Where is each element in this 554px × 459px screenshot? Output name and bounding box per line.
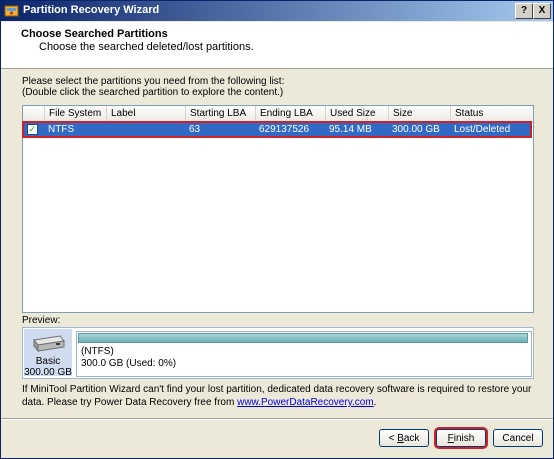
column-header-label[interactable]: Label: [107, 106, 186, 122]
partition-name: (NTFS): [81, 346, 114, 357]
column-header-status[interactable]: Status: [451, 106, 533, 122]
row-checkbox[interactable]: ✓: [27, 124, 38, 135]
disk-type: Basic: [35, 356, 61, 367]
cell-used-size: 95.14 MB: [329, 124, 372, 135]
back-prefix: <: [388, 433, 398, 444]
preview-panel: Basic 300.00 GB (NTFS) 300.0 GB (Used: 0…: [22, 327, 534, 379]
preview-label: Preview:: [22, 315, 61, 326]
partition-list[interactable]: File System Label Starting LBA Ending LB…: [22, 105, 534, 313]
instructions: Please select the partitions you need fr…: [22, 76, 284, 98]
column-header-file-system[interactable]: File System: [45, 106, 107, 122]
wizard-header: Choose Searched Partitions Choose the se…: [1, 22, 553, 69]
recovery-note: If MiniTool Partition Wizard can't find …: [22, 383, 537, 409]
finish-rest: inish: [453, 433, 475, 444]
partition-info: 300.0 GB (Used: 0%): [81, 358, 177, 369]
disk-size: 300.00 GB: [24, 367, 72, 378]
back-rest: ack: [403, 433, 420, 444]
title-bar: Partition Recovery Wizard ? X: [1, 1, 553, 21]
cell-starting-lba: 63: [189, 124, 201, 135]
footer-separator: [1, 418, 553, 420]
cell-file-system: NTFS: [48, 124, 75, 135]
app-icon: [4, 5, 19, 17]
note-text-end: .: [373, 397, 377, 408]
column-header-size[interactable]: Size: [389, 106, 451, 122]
instructions-line-1: Please select the partitions you need fr…: [22, 76, 285, 87]
back-button[interactable]: < Back: [379, 429, 429, 447]
cancel-button[interactable]: Cancel: [493, 429, 543, 447]
header-title: Choose Searched Partitions: [21, 28, 168, 40]
cell-size: 300.00 GB: [392, 124, 440, 135]
finish-button[interactable]: Finish: [434, 427, 488, 449]
list-header: File System Label Starting LBA Ending LB…: [23, 106, 533, 123]
column-header-starting-lba[interactable]: Starting LBA: [186, 106, 256, 122]
help-button[interactable]: ?: [515, 3, 533, 19]
column-header-ending-lba[interactable]: Ending LBA: [256, 106, 326, 122]
back-mnemonic: B: [397, 433, 404, 444]
cell-label: [107, 123, 186, 136]
partition-block[interactable]: (NTFS) 300.0 GB (Used: 0%): [76, 331, 532, 377]
column-header-check[interactable]: [23, 106, 45, 122]
table-row[interactable]: ✓ NTFS 63 629137526 95.14 MB 300.00 GB L…: [22, 121, 532, 138]
disk-cell[interactable]: Basic 300.00 GB: [24, 329, 72, 378]
cell-ending-lba: 629137526: [259, 124, 310, 135]
cell-status: Lost/Deleted: [454, 124, 511, 135]
partition-usage-bar: [78, 333, 528, 343]
power-data-recovery-link[interactable]: www.PowerDataRecovery.com: [237, 397, 374, 408]
header-subtitle: Choose the searched deleted/lost partiti…: [39, 41, 254, 53]
column-header-used-size[interactable]: Used Size: [326, 106, 389, 122]
hard-disk-icon: [33, 335, 65, 353]
window-title: Partition Recovery Wizard: [23, 4, 160, 16]
close-button[interactable]: X: [533, 3, 551, 19]
partition-recovery-wizard-window: Partition Recovery Wizard ? X Choose Sea…: [0, 0, 554, 459]
instructions-line-2: (Double click the searched partition to …: [22, 87, 284, 98]
